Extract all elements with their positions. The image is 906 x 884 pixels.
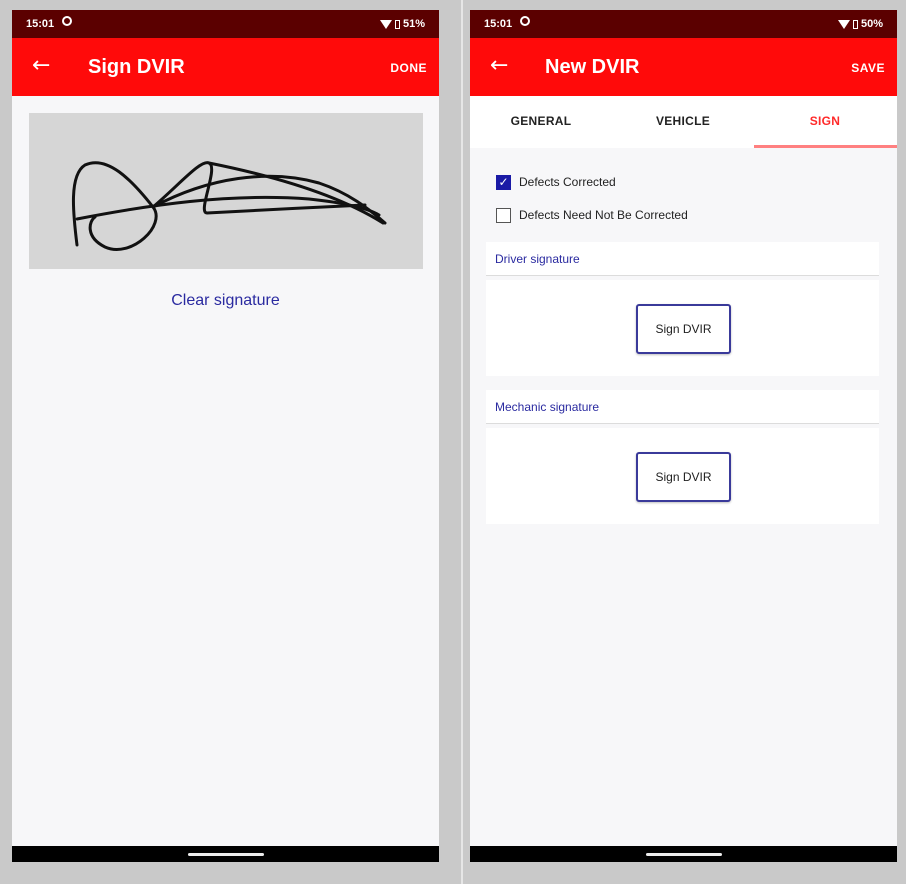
section-title: Driver signature <box>495 252 580 266</box>
active-tab-indicator <box>754 145 897 148</box>
back-arrow-icon[interactable]: ← <box>32 54 50 78</box>
tab-sign[interactable]: SIGN <box>754 96 896 148</box>
app-bar: ← New DVIR SAVE <box>470 38 897 96</box>
app-bar: ← Sign DVIR DONE <box>12 38 439 96</box>
checkbox-checked[interactable]: ✓ <box>496 174 511 190</box>
driver-sign-dvir-button[interactable]: Sign DVIR <box>636 304 731 354</box>
signature-drawing <box>71 161 387 251</box>
status-indicators: 50% <box>837 18 883 30</box>
home-handle[interactable] <box>645 853 722 856</box>
clear-signature-link[interactable]: Clear signature <box>12 292 439 310</box>
signature-pad[interactable] <box>29 113 423 269</box>
driver-signature-header: Driver signature <box>486 242 879 276</box>
mechanic-signature-header: Mechanic signature <box>486 390 879 424</box>
screen-divider <box>461 0 463 884</box>
mechanic-signature-card: Sign DVIR <box>486 428 879 524</box>
new-dvir-screen: 15:01 50% ← New DVIR SAVE GENERAL VEHICL… <box>470 10 897 862</box>
status-time: 15:01 <box>484 18 513 30</box>
checkbox-label: Defects Need Not Be Corrected <box>519 208 688 222</box>
battery-icon <box>852 19 858 29</box>
checkbox-label: Defects Corrected <box>519 175 616 189</box>
mechanic-sign-dvir-button[interactable]: Sign DVIR <box>636 452 731 502</box>
sync-icon <box>520 16 530 26</box>
sign-dvir-screen: 15:01 51% ← Sign DVIR DONE Clear signatu… <box>12 10 439 862</box>
wifi-icon <box>379 20 392 29</box>
defects-need-not-be-corrected-option[interactable]: Defects Need Not Be Corrected <box>496 205 688 225</box>
status-time: 15:01 <box>26 18 55 30</box>
sync-icon <box>62 16 72 26</box>
wifi-icon <box>837 20 850 29</box>
status-bar: 15:01 50% <box>470 10 897 38</box>
save-button[interactable]: SAVE <box>851 61 885 75</box>
checkmark-icon: ✓ <box>498 175 509 189</box>
home-handle[interactable] <box>187 853 264 856</box>
checkbox-unchecked[interactable] <box>496 207 511 223</box>
status-indicators: 51% <box>379 18 425 30</box>
battery-percent: 50% <box>860 18 883 30</box>
tab-general[interactable]: GENERAL <box>470 96 612 148</box>
done-button[interactable]: DONE <box>390 61 427 75</box>
tab-vehicle[interactable]: VEHICLE <box>612 96 754 148</box>
defects-corrected-option[interactable]: ✓ Defects Corrected <box>496 172 616 192</box>
tab-bar: GENERAL VEHICLE SIGN <box>470 96 897 148</box>
page-title: New DVIR <box>545 56 640 78</box>
battery-percent: 51% <box>402 18 425 30</box>
status-bar: 15:01 51% <box>12 10 439 38</box>
section-title: Mechanic signature <box>495 400 600 414</box>
page-title: Sign DVIR <box>88 56 185 78</box>
driver-signature-card: Sign DVIR <box>486 280 879 376</box>
nav-bar <box>470 846 897 862</box>
nav-bar <box>12 846 439 862</box>
back-arrow-icon[interactable]: ← <box>490 54 508 78</box>
battery-icon <box>394 19 400 29</box>
